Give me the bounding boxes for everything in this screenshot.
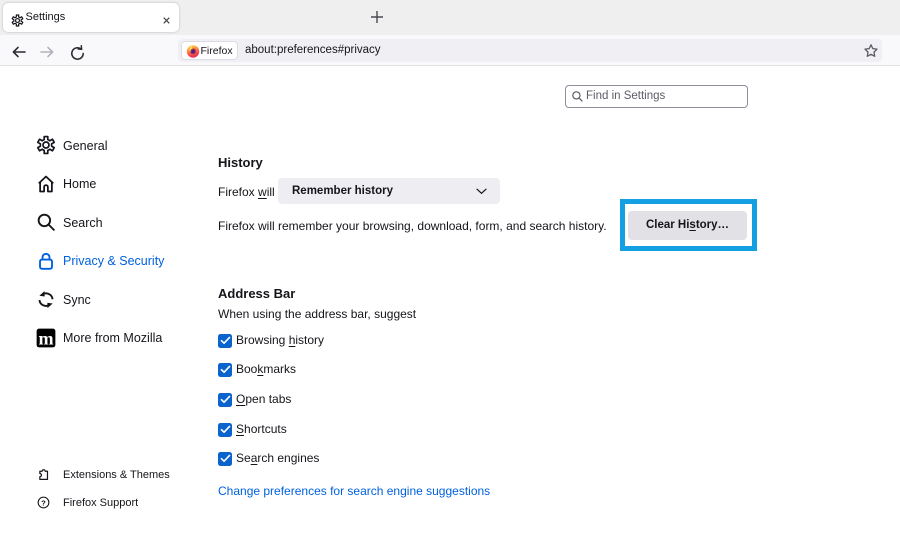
svg-text:m: m xyxy=(38,328,53,348)
svg-text:?: ? xyxy=(41,498,46,507)
